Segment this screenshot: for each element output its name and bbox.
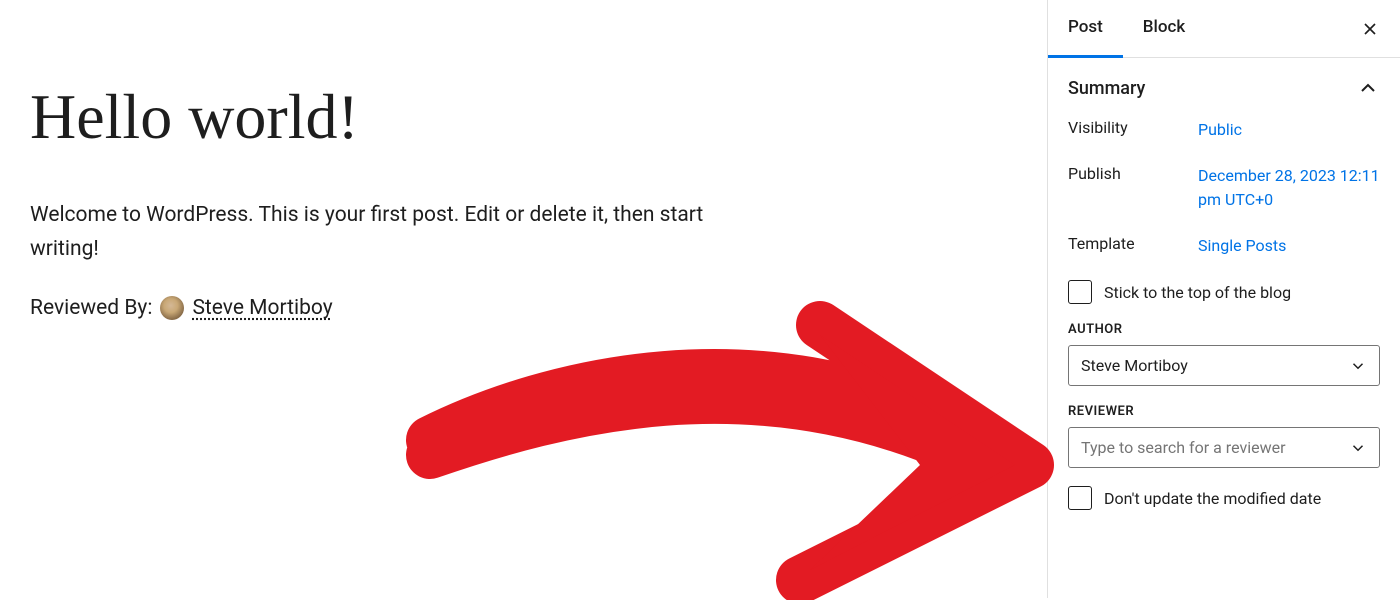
reviewer-name-link[interactable]: Steve Mortiboy	[192, 296, 332, 320]
close-sidebar-button[interactable]	[1352, 11, 1388, 47]
sidebar-tabs: Post Block	[1048, 0, 1400, 58]
sticky-row: Stick to the top of the blog	[1068, 280, 1380, 304]
chevron-up-icon	[1356, 76, 1380, 100]
dont-update-label: Don't update the modified date	[1104, 489, 1321, 508]
template-label: Template	[1068, 234, 1198, 258]
reviewer-select-placeholder: Type to search for a reviewer	[1081, 438, 1286, 457]
author-select[interactable]: Steve Mortiboy	[1068, 345, 1380, 386]
avatar	[160, 296, 184, 320]
reviewed-by-block: Reviewed By: Steve Mortiboy	[30, 296, 1017, 320]
publish-value[interactable]: December 28, 2023 12:11 pm UTC+0	[1198, 164, 1380, 212]
dont-update-row: Don't update the modified date	[1068, 486, 1380, 510]
summary-header-label: Summary	[1068, 78, 1145, 99]
dont-update-checkbox[interactable]	[1068, 486, 1092, 510]
visibility-value[interactable]: Public	[1198, 118, 1242, 142]
sticky-label: Stick to the top of the blog	[1104, 283, 1291, 302]
visibility-label: Visibility	[1068, 118, 1198, 142]
template-row: Template Single Posts	[1068, 234, 1380, 258]
reviewer-select[interactable]: Type to search for a reviewer	[1068, 427, 1380, 468]
tab-block[interactable]: Block	[1123, 0, 1205, 58]
author-select-value: Steve Mortiboy	[1081, 356, 1188, 375]
reviewed-by-label: Reviewed By:	[30, 296, 152, 320]
author-field-label: AUTHOR	[1068, 322, 1380, 337]
visibility-row: Visibility Public	[1068, 118, 1380, 142]
close-icon	[1360, 19, 1380, 39]
editor-canvas[interactable]: Hello world! Welcome to WordPress. This …	[0, 0, 1048, 598]
publish-label: Publish	[1068, 164, 1198, 212]
settings-sidebar: Post Block Summary Visibility Public Pub…	[1048, 0, 1400, 598]
post-body[interactable]: Welcome to WordPress. This is your first…	[30, 199, 770, 266]
summary-panel: Summary Visibility Public Publish Decemb…	[1048, 58, 1400, 546]
tab-post[interactable]: Post	[1048, 0, 1123, 58]
reviewer-field-label: REVIEWER	[1068, 404, 1380, 419]
publish-row: Publish December 28, 2023 12:11 pm UTC+0	[1068, 164, 1380, 212]
chevron-down-icon	[1349, 357, 1367, 375]
template-value[interactable]: Single Posts	[1198, 234, 1286, 258]
post-title[interactable]: Hello world!	[30, 80, 1017, 154]
summary-panel-toggle[interactable]: Summary	[1068, 76, 1380, 100]
chevron-down-icon	[1349, 439, 1367, 457]
sticky-checkbox[interactable]	[1068, 280, 1092, 304]
